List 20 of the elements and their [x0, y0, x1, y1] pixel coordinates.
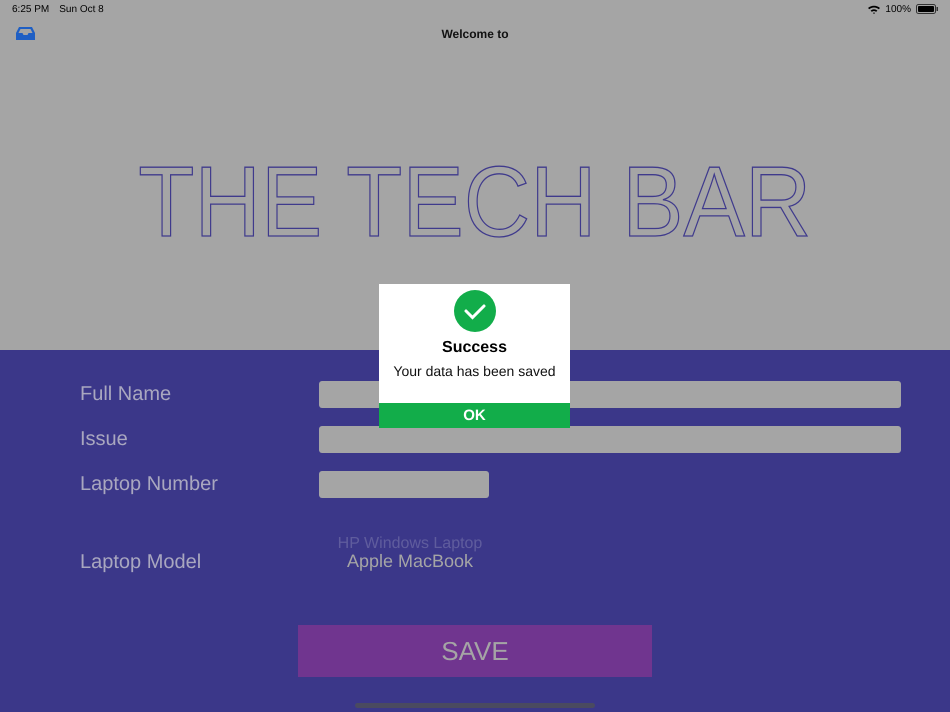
- input-field[interactable]: [319, 426, 901, 453]
- field-label: Laptop Number: [79, 473, 219, 496]
- picker-option[interactable]: Apple MacBook: [346, 552, 474, 570]
- field-label: Full Name: [79, 383, 172, 406]
- nav-title: Welcome to: [441, 27, 509, 41]
- field-label: Issue: [79, 428, 129, 451]
- inbox-tray-icon[interactable]: [16, 27, 35, 40]
- status-time: 6:25 PM: [12, 4, 50, 14]
- app-title: THE TECH BAR: [138, 152, 812, 252]
- battery-percent: 100%: [885, 4, 911, 14]
- dialog-message: Your data has been saved: [393, 363, 556, 379]
- battery-icon: [916, 4, 938, 14]
- save-button[interactable]: SAVE: [298, 625, 652, 677]
- field-label: Laptop Model: [79, 550, 202, 574]
- ok-button[interactable]: OK: [379, 403, 570, 428]
- dialog-title: Success: [442, 339, 507, 357]
- input-field[interactable]: [319, 471, 489, 498]
- wifi-icon: [868, 4, 880, 14]
- status-date: Sun Oct 8: [59, 4, 104, 14]
- checkmark-icon: [454, 290, 496, 332]
